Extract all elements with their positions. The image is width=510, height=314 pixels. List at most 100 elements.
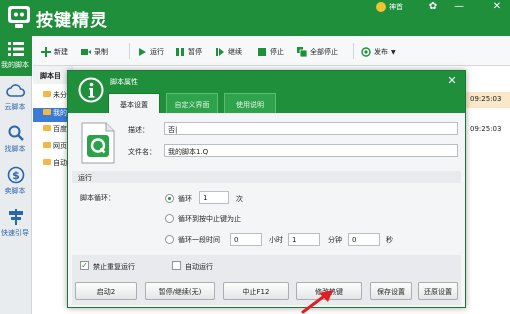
pause-icon <box>175 47 185 57</box>
resume-label: 继续 <box>228 48 242 56</box>
restore-settings-button[interactable]: 还原设置 <box>418 282 458 300</box>
minimize-icon[interactable]: — <box>452 1 466 12</box>
cloud-icon <box>6 84 26 97</box>
svg-text:$: $ <box>12 169 20 182</box>
folder-icon <box>43 159 51 165</box>
new-label: 新建 <box>54 48 68 56</box>
folder-icon <box>43 125 51 131</box>
dialog-close-icon[interactable]: ✕ <box>446 75 458 87</box>
app-logo-icon <box>8 6 30 28</box>
stop-button[interactable]: 停止 <box>257 45 284 59</box>
sidebar-item-label: 云脚本 <box>4 103 26 111</box>
sidebar-item-find-scripts[interactable]: 找脚本 <box>0 120 32 160</box>
folder-icon <box>43 109 51 115</box>
dialog-footer: ✓ 禁止重复运行 自动运行 启动2 暂停/继续(无) 中止F12 修改热键 保存… <box>72 255 461 305</box>
publish-label: 发布 <box>374 48 388 56</box>
tab-basic-settings[interactable]: 基本设置 <box>108 93 160 113</box>
stop-all-icon <box>297 47 308 58</box>
run-button[interactable]: 运行 <box>137 45 164 59</box>
sidebar: 我的脚本 云脚本 找脚本 $ 卖脚本 快速引导 <box>0 36 32 314</box>
seconds-unit: 秒 <box>386 236 393 244</box>
modified-time: 09:25:03 <box>470 125 502 133</box>
forbid-repeat-label: 禁止重复运行 <box>93 263 135 271</box>
script-file-icon <box>81 122 115 164</box>
list-icon <box>8 42 24 56</box>
main-toolbar: 新建 录制 运行 暂停 继续 停止 全部停止 发布 ▼ <box>33 36 510 66</box>
description-field[interactable]: 否| <box>164 122 458 135</box>
description-label: 描述： <box>128 126 149 134</box>
loop-count-radio[interactable] <box>165 194 174 203</box>
loop-duration-label: 循环一段时间 <box>178 236 220 244</box>
save-settings-button[interactable]: 保存设置 <box>370 282 412 300</box>
vip-badge-icon[interactable] <box>376 2 386 12</box>
sidebar-item-label: 卖脚本 <box>4 187 26 195</box>
run-label: 运行 <box>150 48 164 56</box>
camera-icon <box>81 47 91 57</box>
start-hotkey-button[interactable]: 启动2 <box>75 282 137 300</box>
loop-count-field[interactable]: 1 <box>199 191 229 204</box>
minutes-unit: 分钟 <box>328 236 342 244</box>
folder-icon <box>43 91 51 97</box>
publish-button[interactable]: 发布 ▼ <box>361 45 396 59</box>
publish-icon <box>361 47 371 57</box>
search-icon <box>8 125 24 141</box>
pause-button[interactable]: 暂停 <box>175 45 202 59</box>
auto-run-checkbox[interactable] <box>172 261 181 270</box>
sidebar-item-cloud-scripts[interactable]: 云脚本 <box>0 78 32 118</box>
loop-duration-radio[interactable] <box>165 235 174 244</box>
stop-all-button[interactable]: 全部停止 <box>297 45 338 59</box>
chevron-down-icon: ▼ <box>391 48 396 56</box>
sidebar-item-quick-guide[interactable]: 快速引导 <box>0 204 32 244</box>
info-icon <box>78 77 104 103</box>
stop-icon <box>257 47 267 57</box>
resume-button[interactable]: 继续 <box>215 45 242 59</box>
record-label: 录制 <box>94 48 108 56</box>
hours-unit: 小时 <box>269 236 283 244</box>
title-bar: 按键精灵 神首 ✿ — ✕ <box>0 0 510 36</box>
loop-until-stop-label: 循环到按中止键为止 <box>178 215 241 223</box>
dialog-header: 脚本属性 ✕ 基本设置 自定义界面 使用说明 <box>68 71 465 113</box>
folder-icon <box>43 142 51 148</box>
close-icon[interactable]: ✕ <box>490 1 504 12</box>
stop-all-label: 全部停止 <box>310 48 338 56</box>
tab-instructions[interactable]: 使用说明 <box>224 93 276 113</box>
script-properties-dialog: 脚本属性 ✕ 基本设置 自定义界面 使用说明 描述： 否| 文件名： 我的脚本1… <box>67 70 466 308</box>
loop-count-option-label: 循环 <box>178 195 192 203</box>
dialog-title: 脚本属性 <box>110 78 138 86</box>
toolbar-divider <box>129 43 130 59</box>
sidebar-item-sell-scripts[interactable]: $ 卖脚本 <box>0 162 32 202</box>
pause-label: 暂停 <box>188 48 202 56</box>
loop-label: 脚本循环： <box>80 194 115 202</box>
record-button[interactable]: 录制 <box>81 45 108 59</box>
forbid-repeat-checkbox[interactable]: ✓ <box>80 261 89 270</box>
hours-field[interactable]: 0 <box>230 233 262 246</box>
plus-icon <box>41 47 51 57</box>
sidebar-item-label: 找脚本 <box>4 145 26 153</box>
settings-icon[interactable]: ✿ <box>426 1 440 12</box>
play-icon <box>137 47 147 57</box>
dollar-icon: $ <box>7 166 25 184</box>
filename-label: 文件名： <box>128 148 156 156</box>
loop-until-stop-radio[interactable] <box>165 214 174 223</box>
app-title: 按键精灵 <box>36 11 108 31</box>
toolbar-divider <box>353 43 354 59</box>
seconds-field[interactable]: 0 <box>348 233 380 246</box>
pause-hotkey-button[interactable]: 暂停/继续(无) <box>145 282 215 300</box>
sidebar-item-my-scripts[interactable]: 我的脚本 <box>0 36 32 76</box>
vip-label[interactable]: 神首 <box>389 2 403 12</box>
modified-time: 09:25:03 <box>470 95 502 103</box>
signpost-icon <box>9 209 23 225</box>
stop-hotkey-button[interactable]: 中止F12 <box>223 282 289 300</box>
auto-run-label: 自动运行 <box>185 263 213 271</box>
resume-icon <box>215 47 225 57</box>
tab-custom-ui[interactable]: 自定义界面 <box>166 93 218 113</box>
sidebar-item-label: 快速引导 <box>1 229 29 237</box>
filename-field[interactable]: 我的脚本1.Q <box>164 144 458 157</box>
new-button[interactable]: 新建 <box>41 45 68 59</box>
minutes-field[interactable]: 1 <box>288 233 320 246</box>
loop-count-unit: 次 <box>236 195 243 203</box>
run-section-header: 运行 <box>72 171 461 183</box>
stop-label: 停止 <box>270 48 284 56</box>
sidebar-item-label: 我的脚本 <box>1 61 29 69</box>
red-arrow-icon <box>301 290 333 314</box>
